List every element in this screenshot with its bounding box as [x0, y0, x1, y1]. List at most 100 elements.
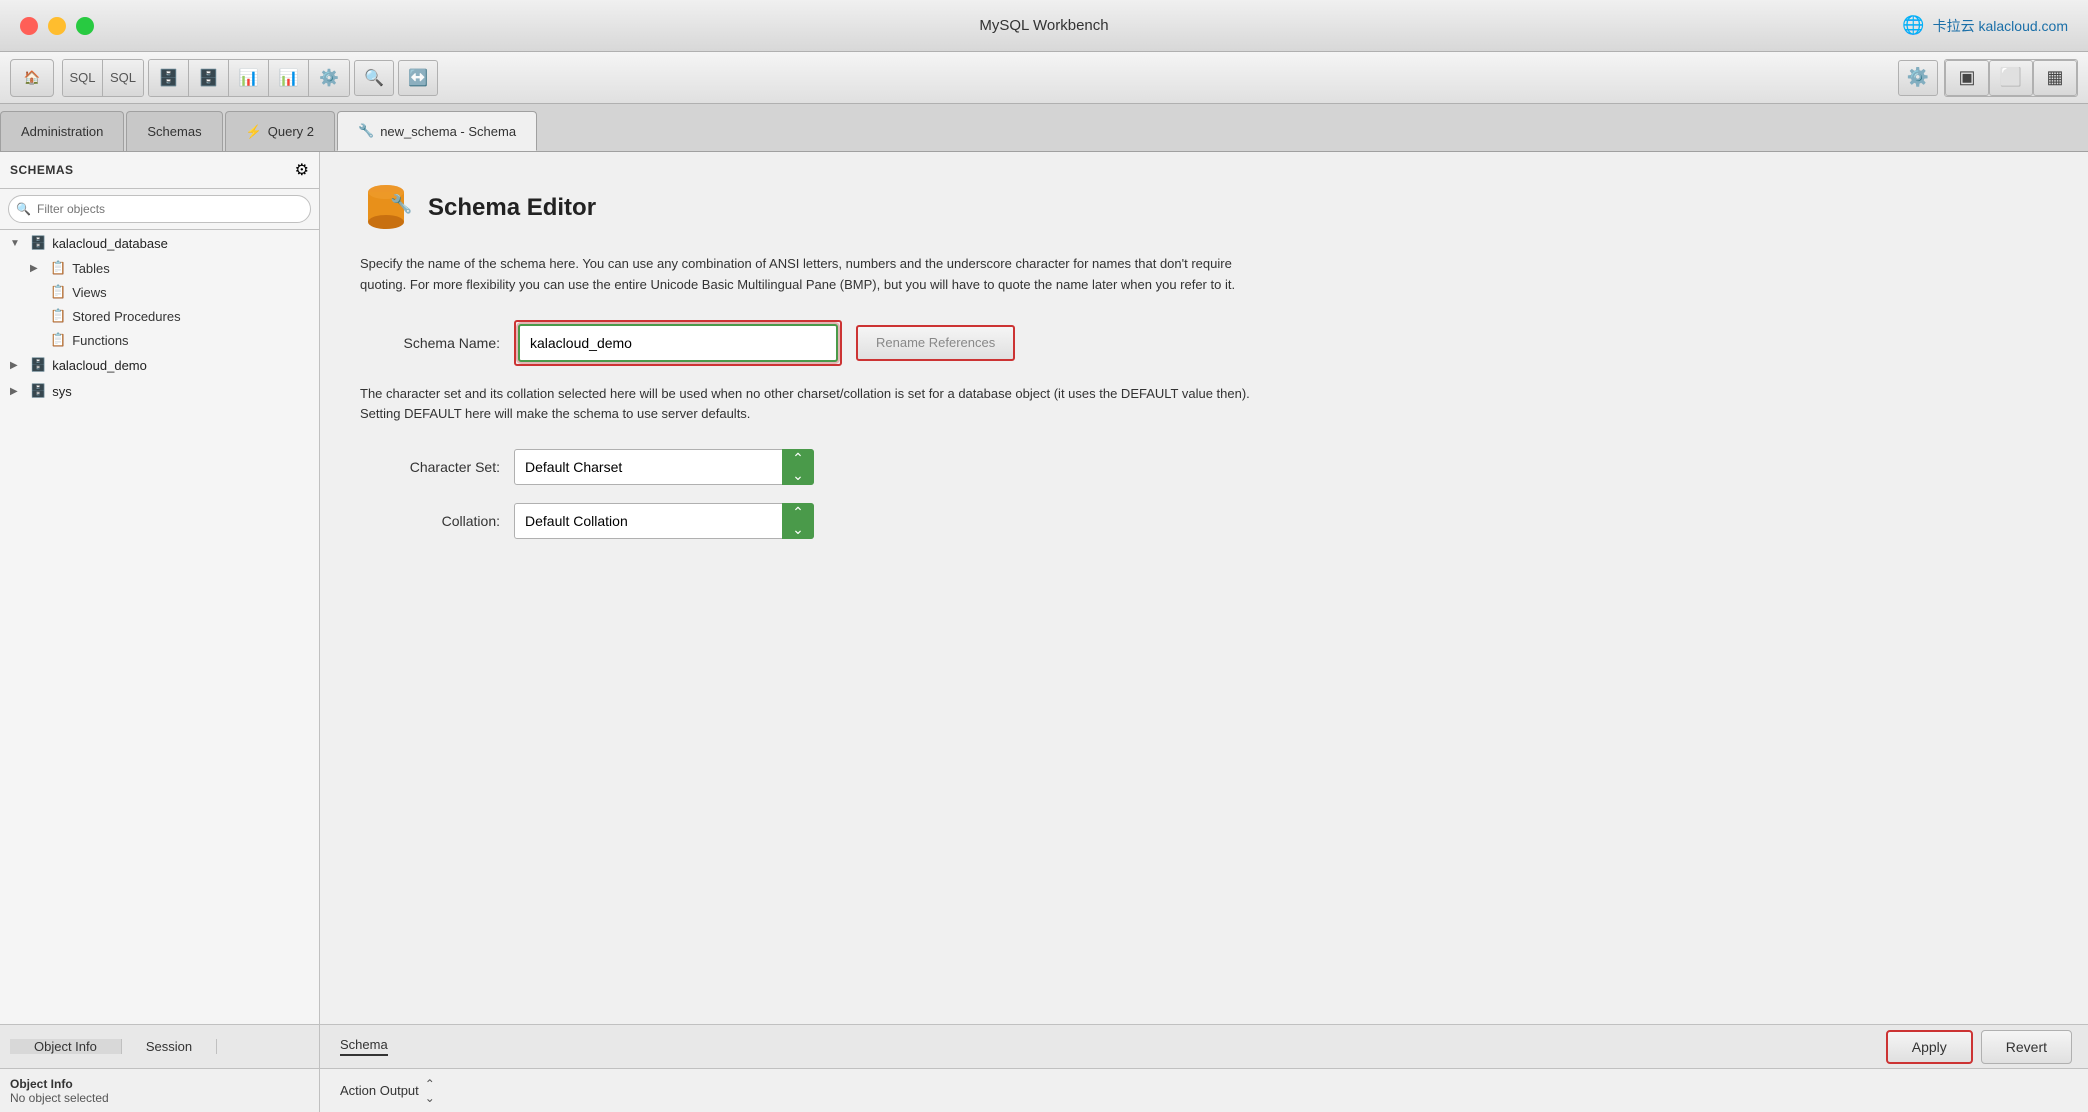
manage-connections-button[interactable]: SQL: [103, 60, 143, 96]
tab-query2[interactable]: ⚡ Query 2: [225, 111, 335, 151]
brand-icon: 🌐: [1902, 15, 1924, 36]
tree-label-kalacloud-demo: kalacloud_demo: [52, 358, 147, 373]
table-inspector-button[interactable]: 🗄️: [189, 60, 229, 96]
db-connect-group: SQL SQL: [62, 59, 144, 97]
charset-select[interactable]: Default Charset: [514, 449, 814, 485]
db-icon-kalacloud-demo: 🗄️: [30, 357, 46, 373]
schema-description: Specify the name of the schema here. You…: [360, 254, 1260, 296]
sidebar-title: SCHEMAS: [10, 163, 74, 177]
home-button[interactable]: 🏠: [10, 59, 54, 97]
tab-object-info[interactable]: Object Info: [10, 1039, 122, 1054]
tab-schema-editor[interactable]: 🔧 new_schema - Schema: [337, 111, 537, 151]
window-controls: [20, 17, 94, 35]
tree-item-kalacloud-database[interactable]: ▼ 🗄️ kalacloud_database: [0, 230, 319, 256]
close-button[interactable]: [20, 17, 38, 35]
charset-row: Character Set: Default Charset ⌃⌄: [360, 449, 2048, 485]
schema-name-label: Schema Name:: [360, 335, 500, 351]
tab-schemas[interactable]: Schemas: [126, 111, 222, 151]
search-button[interactable]: 🔍: [354, 60, 394, 96]
tree-label-functions: Functions: [72, 333, 128, 348]
brand-text: 卡拉云 kalacloud.com: [1933, 16, 2068, 36]
tree-label-views: Views: [72, 285, 106, 300]
main-layout: SCHEMAS ⚙ 🔍 ▼ 🗄️ kalacloud_database ▶ 📋 …: [0, 152, 2088, 1024]
sidebar-header: SCHEMAS ⚙: [0, 152, 319, 189]
no-object-text: No object selected: [10, 1091, 309, 1105]
schema-name-input[interactable]: [518, 324, 838, 362]
kalacloud-database-children: ▶ 📋 Tables 📋 Views 📋 Stored Procedures: [0, 256, 319, 352]
db-icon-sys: 🗄️: [30, 383, 46, 399]
apply-revert-area: Apply Revert: [1870, 1030, 2088, 1064]
schema-editor-body: 🔧 Schema Editor Specify the name of the …: [320, 152, 2088, 1024]
tree-item-sys[interactable]: ▶ 🗄️ sys: [0, 378, 319, 404]
tree-label-sys: sys: [52, 384, 72, 399]
tab-query2-label: Query 2: [268, 124, 314, 139]
apply-button[interactable]: Apply: [1886, 1030, 1973, 1064]
schema-tree: ▼ 🗄️ kalacloud_database ▶ 📋 Tables 📋 Vie…: [0, 230, 319, 1024]
tree-item-stored-procedures[interactable]: 📋 Stored Procedures: [20, 304, 319, 328]
tables-arrow: ▶: [30, 263, 44, 274]
settings-button[interactable]: ⚙️: [1898, 60, 1938, 96]
tab-schema-editor-label: new_schema - Schema: [380, 124, 516, 139]
tree-item-functions[interactable]: 📋 Functions: [20, 328, 319, 352]
table-data-button[interactable]: 📊: [269, 60, 309, 96]
layout-2-button[interactable]: ⬜: [1989, 60, 2033, 96]
search-icon: 🔍: [16, 202, 31, 216]
create-schema-button[interactable]: 🗄️: [149, 60, 189, 96]
tree-item-kalacloud-demo[interactable]: ▶ 🗄️ kalacloud_demo: [0, 352, 319, 378]
charset-select-wrap: Default Charset ⌃⌄: [514, 449, 814, 485]
schema-tab-area: Schema: [320, 1037, 1870, 1056]
tree-item-tables[interactable]: ▶ 📋 Tables: [20, 256, 319, 280]
collation-select-wrap: Default Collation ⌃⌄: [514, 503, 814, 539]
layout-buttons: ⚙️ ▣ ⬜ ▦: [1898, 59, 2078, 97]
schema-group: 🗄️ 🗄️ 📊 📊 ⚙️: [148, 59, 350, 97]
tree-label-kalacloud-database: kalacloud_database: [52, 236, 168, 251]
migration-button[interactable]: ↔️: [398, 60, 438, 96]
tree-arrow-kalacloud-demo: ▶: [10, 360, 24, 371]
tree-arrow-kalacloud-database: ▼: [10, 238, 24, 249]
tab-administration-label: Administration: [21, 124, 103, 139]
expand-icon[interactable]: ⌃⌄: [425, 1077, 435, 1105]
toolbar: 🏠 SQL SQL 🗄️ 🗄️ 📊 📊 ⚙️ 🔍 ↔️ ⚙️ ▣ ⬜ ▦: [0, 52, 2088, 104]
new-connection-button[interactable]: SQL: [63, 60, 103, 96]
db-icon-kalacloud-database: 🗄️: [30, 235, 46, 251]
charset-description: The character set and its collation sele…: [360, 384, 1260, 426]
action-output-label: Action Output: [340, 1083, 419, 1098]
sidebar-settings-button[interactable]: ⚙: [295, 160, 309, 180]
rename-references-button[interactable]: Rename References: [856, 325, 1015, 361]
object-info-bar: Object Info No object selected Action Ou…: [0, 1068, 2088, 1112]
tree-label-stored-procedures: Stored Procedures: [72, 309, 180, 324]
data-button[interactable]: 📊: [229, 60, 269, 96]
sidebar: SCHEMAS ⚙ 🔍 ▼ 🗄️ kalacloud_database ▶ 📋 …: [0, 152, 320, 1024]
layout-group: ▣ ⬜ ▦: [1944, 59, 2078, 97]
revert-button[interactable]: Revert: [1981, 1030, 2072, 1064]
brand-logo: 🌐 卡拉云 kalacloud.com: [1902, 15, 2068, 36]
collation-select[interactable]: Default Collation: [514, 503, 814, 539]
minimize-button[interactable]: [48, 17, 66, 35]
tables-icon: 📋: [50, 260, 66, 276]
object-info-title: Object Info: [10, 1077, 309, 1091]
content-area: 🔧 Schema Editor Specify the name of the …: [320, 152, 2088, 1024]
layout-1-button[interactable]: ▣: [1945, 60, 1989, 96]
collation-label: Collation:: [360, 513, 500, 529]
tree-label-tables: Tables: [72, 261, 110, 276]
views-icon: 📋: [50, 284, 66, 300]
layout-3-button[interactable]: ▦: [2033, 60, 2077, 96]
bottom-tabs-container: Object Info Session: [0, 1025, 320, 1068]
title-bar: MySQL Workbench 🌐 卡拉云 kalacloud.com: [0, 0, 2088, 52]
tab-bar: Administration Schemas ⚡ Query 2 🔧 new_s…: [0, 104, 2088, 152]
filter-input[interactable]: [8, 195, 311, 223]
sidebar-filter: 🔍: [0, 189, 319, 230]
tab-administration[interactable]: Administration: [0, 111, 124, 151]
svg-text:🔧: 🔧: [390, 193, 412, 214]
execute-button[interactable]: ⚙️: [309, 60, 349, 96]
sp-icon: 📋: [50, 308, 66, 324]
action-bar: Object Info Session Schema Apply Revert: [0, 1024, 2088, 1068]
tree-arrow-sys: ▶: [10, 386, 24, 397]
session-label: Session: [146, 1039, 192, 1054]
query2-icon: ⚡: [246, 124, 262, 140]
tab-session[interactable]: Session: [122, 1039, 217, 1054]
tree-item-views[interactable]: 📋 Views: [20, 280, 319, 304]
maximize-button[interactable]: [76, 17, 94, 35]
charset-label: Character Set:: [360, 459, 500, 475]
schema-editor-icon: 🔧: [358, 123, 374, 139]
